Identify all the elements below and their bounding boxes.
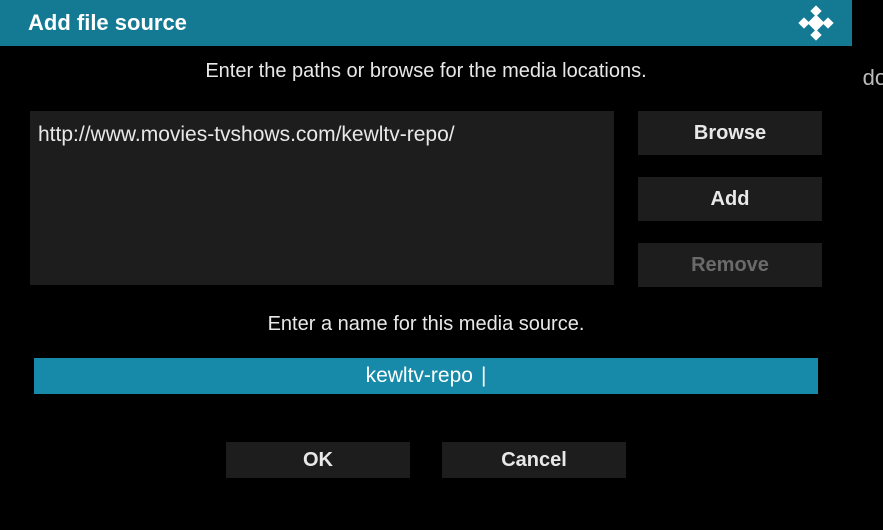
paths-instruction: Enter the paths or browse for the media … [30, 60, 822, 83]
path-entry[interactable]: http://www.movies-tvshows.com/kewltv-rep… [38, 123, 606, 147]
kodi-logo-icon [798, 5, 834, 41]
add-file-source-dialog: Add file source Enter the paths or brows… [0, 0, 852, 530]
source-name-value: kewltv-repo [366, 364, 473, 388]
paths-row: http://www.movies-tvshows.com/kewltv-rep… [30, 111, 822, 287]
cancel-button[interactable]: Cancel [442, 442, 626, 478]
source-name-input[interactable]: kewltv-repo | [34, 358, 818, 394]
remove-button: Remove [638, 243, 822, 287]
browse-button[interactable]: Browse [638, 111, 822, 155]
paths-list[interactable]: http://www.movies-tvshows.com/kewltv-rep… [30, 111, 614, 285]
text-cursor: | [481, 364, 486, 388]
background-text: dow [863, 65, 883, 91]
add-button[interactable]: Add [638, 177, 822, 221]
dialog-title: Add file source [28, 10, 187, 36]
name-instruction: Enter a name for this media source. [30, 313, 822, 336]
titlebar: Add file source [0, 0, 852, 46]
side-buttons: Browse Add Remove [638, 111, 822, 287]
ok-button[interactable]: OK [226, 442, 410, 478]
dialog-actions: OK Cancel [30, 442, 822, 478]
dialog-content: Enter the paths or browse for the media … [0, 46, 852, 478]
